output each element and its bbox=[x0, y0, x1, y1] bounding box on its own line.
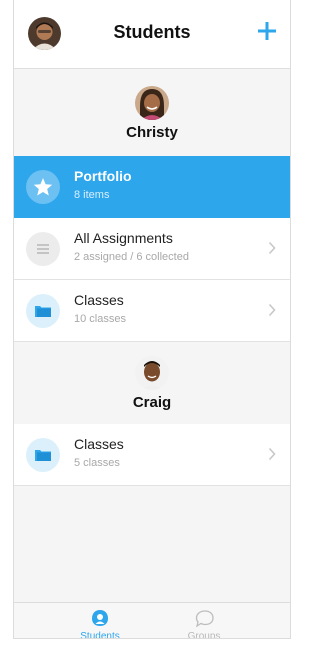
classes-row-craig[interactable]: Classes 5 classes bbox=[14, 424, 290, 486]
folder-icon bbox=[35, 450, 51, 461]
student-icon bbox=[92, 610, 108, 626]
tab-label: Students bbox=[80, 631, 120, 639]
user-photo-icon bbox=[135, 356, 169, 390]
row-subtitle: 2 assigned / 6 collected bbox=[74, 251, 189, 263]
tab-groups[interactable]: Groups bbox=[164, 603, 244, 639]
classes-icon-badge bbox=[26, 294, 60, 328]
row-title: Classes bbox=[74, 292, 124, 308]
student-header-craig: Craig bbox=[14, 356, 290, 411]
app-screen: Students Christy Portfolio 8 items All A… bbox=[13, 0, 291, 639]
add-student-button[interactable] bbox=[256, 18, 278, 44]
row-subtitle: 8 items bbox=[74, 189, 110, 201]
plus-icon bbox=[258, 22, 276, 40]
student-name: Craig bbox=[132, 394, 172, 411]
row-title: All Assignments bbox=[74, 230, 173, 246]
tab-bar: Students Groups bbox=[14, 602, 290, 639]
groups-icon bbox=[195, 610, 214, 628]
row-title: Classes bbox=[74, 436, 124, 452]
student-avatar[interactable] bbox=[135, 356, 169, 390]
assignments-icon-badge bbox=[26, 232, 60, 266]
student-name: Christy bbox=[126, 124, 178, 141]
user-photo-icon bbox=[135, 86, 169, 120]
chevron-right-icon bbox=[268, 447, 276, 461]
chevron-right-icon bbox=[268, 303, 276, 317]
page-title: Students bbox=[113, 22, 191, 42]
tab-label: Groups bbox=[187, 631, 221, 639]
row-subtitle: 5 classes bbox=[74, 457, 120, 469]
classes-row-christy[interactable]: Classes 10 classes bbox=[14, 280, 290, 342]
nav-header: Students bbox=[14, 0, 290, 69]
student-avatar[interactable] bbox=[135, 86, 169, 120]
tab-students[interactable]: Students bbox=[60, 603, 140, 639]
portfolio-row[interactable]: Portfolio 8 items bbox=[14, 156, 290, 218]
folder-icon bbox=[35, 306, 51, 317]
portfolio-icon-badge bbox=[26, 170, 60, 204]
all-assignments-row[interactable]: All Assignments 2 assigned / 6 collected bbox=[14, 218, 290, 280]
student-header-christy: Christy bbox=[14, 86, 290, 141]
chevron-right-icon bbox=[268, 241, 276, 255]
row-subtitle: 10 classes bbox=[74, 313, 126, 325]
star-icon bbox=[33, 178, 53, 196]
list-icon bbox=[37, 244, 49, 254]
row-title: Portfolio bbox=[74, 168, 132, 184]
classes-icon-badge bbox=[26, 438, 60, 472]
